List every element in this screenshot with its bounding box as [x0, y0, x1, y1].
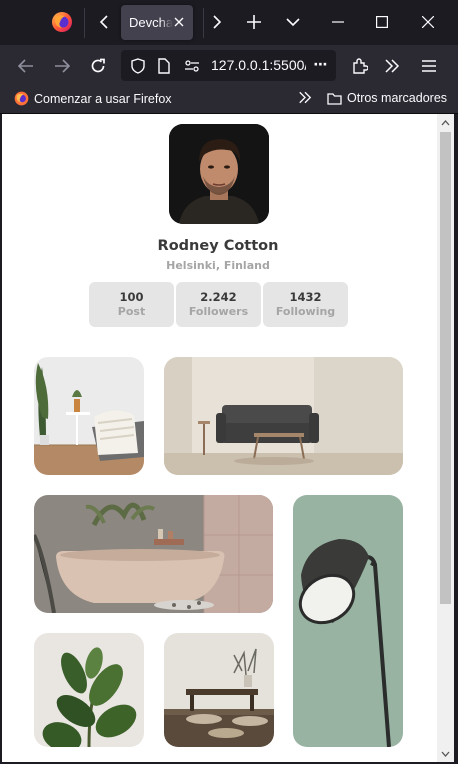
- scrollbar-thumb[interactable]: [440, 132, 451, 604]
- stat-followers[interactable]: 2.242 Followers: [176, 282, 261, 327]
- grey-sofa-photo[interactable]: [164, 357, 403, 475]
- chevron-left-icon[interactable]: [92, 10, 116, 34]
- tab-title: Devchallenges: [129, 15, 173, 30]
- firefox-logo-icon: [14, 91, 29, 106]
- folder-icon: [327, 92, 342, 105]
- bookmarks-toolbar: Comenzar a usar Firefox Otros marcadores: [0, 86, 458, 114]
- tab-strip: Devchallenges: [0, 0, 458, 45]
- navigation-toolbar: 127.0.0.1:5500/index.html ⋯: [0, 45, 458, 86]
- low-table-photo[interactable]: [164, 633, 274, 747]
- stat-posts[interactable]: 100 Post: [89, 282, 174, 327]
- floor-lamp-photo[interactable]: [293, 495, 403, 747]
- minimize-icon[interactable]: [326, 10, 350, 34]
- stat-value: 2.242: [200, 290, 237, 304]
- stat-label: Following: [275, 305, 336, 318]
- permissions-icon[interactable]: [183, 57, 201, 75]
- tab-separator: [84, 8, 85, 38]
- shield-icon[interactable]: [129, 57, 147, 75]
- extensions-icon[interactable]: [347, 53, 373, 79]
- avatar[interactable]: [169, 124, 269, 224]
- bookmark-getting-started[interactable]: Comenzar a usar Firefox: [14, 91, 172, 106]
- profile-name: Rodney Cotton: [157, 238, 279, 254]
- chevron-down-icon[interactable]: [281, 10, 305, 34]
- profile-stats: 100 Post 2.242 Followers 1432 Following: [89, 282, 348, 327]
- chevron-right-icon[interactable]: [205, 10, 229, 34]
- close-icon[interactable]: [171, 14, 187, 30]
- bookmark-label: Comenzar a usar Firefox: [34, 91, 172, 106]
- firefox-logo-icon[interactable]: [50, 10, 74, 34]
- page-viewport: Rodney Cotton Helsinki, Finland 100 Post…: [2, 114, 454, 762]
- maximize-icon[interactable]: [370, 10, 394, 34]
- url-bar[interactable]: 127.0.0.1:5500/index.html ⋯: [121, 50, 336, 81]
- overflow-icon[interactable]: [298, 91, 312, 104]
- tab-active[interactable]: Devchallenges: [121, 5, 193, 40]
- back-icon[interactable]: [13, 53, 39, 79]
- bookmark-label: Otros marcadores: [347, 91, 448, 105]
- stat-following[interactable]: 1432 Following: [263, 282, 348, 327]
- plant-photo[interactable]: [34, 633, 144, 747]
- living-room-chair-photo[interactable]: [34, 357, 144, 475]
- reload-icon[interactable]: [85, 53, 111, 79]
- tab-separator: [203, 8, 204, 38]
- stat-value: 100: [119, 290, 144, 304]
- stat-label: Followers: [188, 305, 249, 318]
- forward-icon[interactable]: [49, 53, 75, 79]
- window-close-icon[interactable]: [416, 10, 440, 34]
- bookmark-other[interactable]: Otros marcadores: [327, 91, 447, 105]
- page-icon[interactable]: [155, 57, 173, 75]
- scroll-down-icon[interactable]: [437, 745, 454, 762]
- more-icon[interactable]: ⋯: [311, 55, 331, 75]
- bathtub-photo[interactable]: [34, 495, 273, 613]
- stat-value: 1432: [289, 290, 322, 304]
- overflow-icon[interactable]: [379, 53, 405, 79]
- stat-label: Post: [117, 305, 146, 318]
- url-text[interactable]: 127.0.0.1:5500/index.html: [211, 57, 306, 73]
- page-scrollbar[interactable]: [437, 114, 454, 762]
- profile-location: Helsinki, Finland: [166, 259, 270, 272]
- plus-icon[interactable]: [242, 10, 266, 34]
- scroll-up-icon[interactable]: [437, 114, 454, 131]
- menu-icon[interactable]: [416, 53, 442, 79]
